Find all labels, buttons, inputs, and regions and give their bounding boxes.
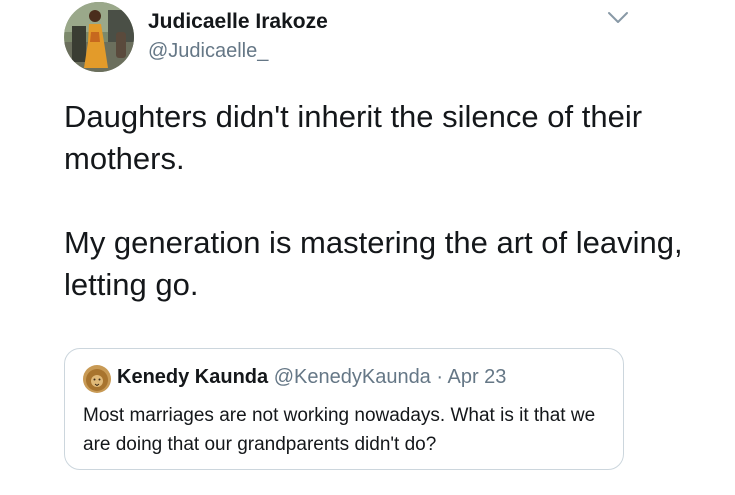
separator-dot: ·: [430, 366, 448, 388]
tweet-card: Judicaelle Irakoze @Judicaelle_ Daughter…: [0, 0, 735, 495]
chevron-down-icon[interactable]: [606, 10, 630, 26]
author-avatar[interactable]: [64, 2, 134, 72]
tweet-text: Daughters didn't inherit the silence of …: [64, 96, 684, 306]
quoted-author-name[interactable]: Kenedy Kaunda: [117, 366, 268, 388]
author-name[interactable]: Judicaelle Irakoze: [148, 10, 328, 34]
author-handle[interactable]: @Judicaelle_: [148, 40, 268, 63]
quoted-tweet[interactable]: Kenedy Kaunda @KenedyKaunda · Apr 23 Mos…: [64, 348, 624, 470]
quoted-author-avatar[interactable]: [83, 365, 111, 393]
tweet-paragraph: Daughters didn't inherit the silence of …: [64, 99, 643, 176]
quoted-tweet-text: Most marriages are not working nowadays.…: [83, 405, 596, 455]
quoted-tweet-date[interactable]: Apr 23: [447, 366, 506, 388]
tweet-paragraph: My generation is mastering the art of le…: [64, 225, 683, 302]
quoted-author-handle[interactable]: @KenedyKaunda: [274, 366, 431, 388]
quoted-tweet-header: Kenedy Kaunda @KenedyKaunda · Apr 23: [117, 366, 506, 389]
